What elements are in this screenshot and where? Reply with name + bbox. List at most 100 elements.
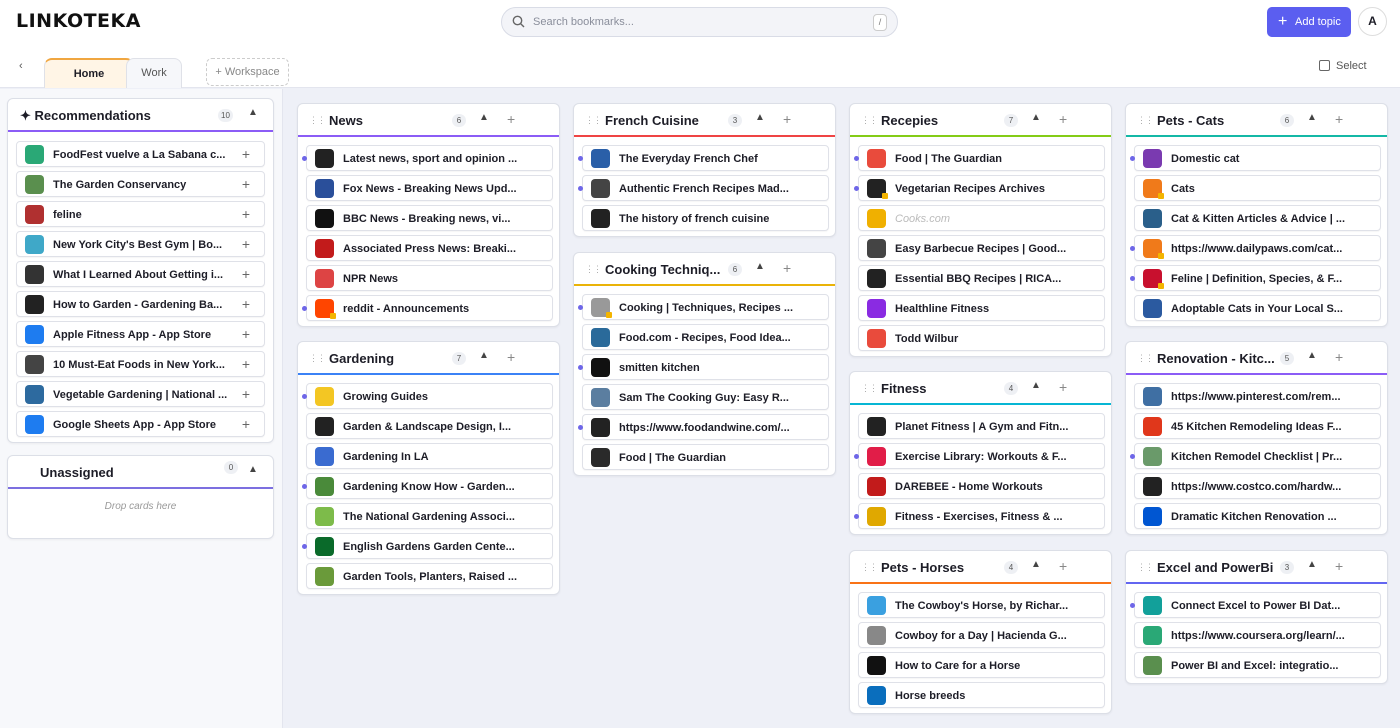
drag-handle-icon[interactable]: ⋮⋮ <box>1137 562 1154 573</box>
bookmark-card[interactable]: Domestic cat <box>1130 145 1381 171</box>
search-input[interactable]: Search bookmarks... <box>533 16 634 28</box>
bookmark-card[interactable]: Healthline Fitness <box>858 295 1105 321</box>
bookmark-card[interactable]: Adoptable Cats in Your Local S... <box>1134 295 1381 321</box>
bookmark-card[interactable]: The National Gardening Associ... <box>306 503 553 529</box>
add-bookmark-icon[interactable]: + <box>1059 112 1067 126</box>
bookmark-card[interactable]: https://www.costco.com/hardw... <box>1134 473 1381 499</box>
bookmark-card[interactable]: Gardening Know How - Garden... <box>302 473 553 499</box>
add-bookmark-icon[interactable]: + <box>1335 112 1343 126</box>
recommendation-card[interactable]: 10 Must-Eat Foods in New York... + <box>16 351 265 377</box>
bookmark-card[interactable]: 45 Kitchen Remodeling Ideas F... <box>1134 413 1381 439</box>
chevron-left-icon[interactable]: ‹ <box>19 60 23 72</box>
add-bookmark-icon[interactable]: + <box>507 350 515 364</box>
bookmark-card[interactable]: Fox News - Breaking News Upd... <box>306 175 553 201</box>
bookmark-card[interactable]: https://www.pinterest.com/rem... <box>1134 383 1381 409</box>
recommendation-card[interactable]: FoodFest vuelve a La Sabana c... + <box>16 141 265 167</box>
collapse-arrow-icon[interactable]: ▲ <box>479 112 489 123</box>
bookmark-card[interactable]: Essential BBQ Recipes | RICA... <box>858 265 1105 291</box>
bookmark-card[interactable]: Sam The Cooking Guy: Easy R... <box>582 384 829 410</box>
bookmark-card[interactable]: Food | The Guardian <box>582 444 829 470</box>
bookmark-card[interactable]: Garden & Landscape Design, I... <box>306 413 553 439</box>
bookmark-card[interactable]: Kitchen Remodel Checklist | Pr... <box>1130 443 1381 469</box>
drag-handle-icon[interactable]: ⋮⋮ <box>585 264 602 275</box>
recommendation-card[interactable]: Google Sheets App - App Store + <box>16 411 265 437</box>
recommendation-card[interactable]: What I Learned About Getting i... + <box>16 261 265 287</box>
topic-header[interactable]: ⋮⋮ Gardening 7 ▲ + <box>298 342 559 375</box>
bookmark-card[interactable]: The Cowboy's Horse, by Richar... <box>858 592 1105 618</box>
bookmark-card[interactable]: Power BI and Excel: integratio... <box>1134 652 1381 678</box>
bookmark-card[interactable]: NPR News <box>306 265 553 291</box>
topic-header[interactable]: ⋮⋮ Recepies 7 ▲ + <box>850 104 1111 137</box>
recommendation-card[interactable]: How to Garden - Gardening Ba... + <box>16 291 265 317</box>
collapse-arrow-icon[interactable]: ▲ <box>1307 559 1317 570</box>
bookmark-card[interactable]: Dramatic Kitchen Renovation ... <box>1134 503 1381 529</box>
drag-handle-icon[interactable]: ⋮⋮ <box>585 115 602 126</box>
add-to-topic-icon[interactable]: + <box>242 146 250 162</box>
bookmark-card[interactable]: Associated Press News: Breaki... <box>306 235 553 261</box>
add-to-topic-icon[interactable]: + <box>242 386 250 402</box>
tab-home[interactable]: Home <box>44 58 134 88</box>
bookmark-card[interactable]: Cats <box>1134 175 1381 201</box>
recommendation-card[interactable]: Apple Fitness App - App Store + <box>16 321 265 347</box>
drag-handle-icon[interactable]: ⋮⋮ <box>1137 353 1154 364</box>
collapse-arrow-icon[interactable]: ▲ <box>1031 559 1041 570</box>
bookmark-card[interactable]: Planet Fitness | A Gym and Fitn... <box>858 413 1105 439</box>
collapse-arrow-icon[interactable]: ▲ <box>1307 350 1317 361</box>
topic-header[interactable]: ⋮⋮ Cooking Techniq... 6 ▲ + <box>574 253 835 286</box>
bookmark-card[interactable]: https://www.dailypaws.com/cat... <box>1130 235 1381 261</box>
topic-header[interactable]: ⋮⋮ Pets - Cats 6 ▲ + <box>1126 104 1387 137</box>
add-to-topic-icon[interactable]: + <box>242 176 250 192</box>
add-to-topic-icon[interactable]: + <box>242 236 250 252</box>
recommendation-card[interactable]: Vegetable Gardening | National ... + <box>16 381 265 407</box>
topic-header[interactable]: ⋮⋮ Pets - Horses 4 ▲ + <box>850 551 1111 584</box>
bookmark-card[interactable]: Garden Tools, Planters, Raised ... <box>306 563 553 589</box>
bookmark-card[interactable]: Cat & Kitten Articles & Advice | ... <box>1134 205 1381 231</box>
bookmark-card[interactable]: smitten kitchen <box>578 354 829 380</box>
add-workspace-button[interactable]: + Workspace <box>206 58 289 86</box>
collapse-arrow-icon[interactable]: ▲ <box>1031 112 1041 123</box>
search-box[interactable]: Search bookmarks... / <box>501 7 898 37</box>
add-to-topic-icon[interactable]: + <box>242 206 250 222</box>
add-bookmark-icon[interactable]: + <box>1059 380 1067 394</box>
add-to-topic-icon[interactable]: + <box>242 356 250 372</box>
bookmark-card[interactable]: Cooking | Techniques, Recipes ... <box>578 294 829 320</box>
topic-header[interactable]: ⋮⋮ Fitness 4 ▲ + <box>850 372 1111 405</box>
bookmark-card[interactable]: BBC News - Breaking news, vi... <box>306 205 553 231</box>
bookmark-card[interactable]: Fitness - Exercises, Fitness & ... <box>854 503 1105 529</box>
collapse-arrow-icon[interactable]: ▲ <box>479 350 489 361</box>
drag-handle-icon[interactable]: ⋮⋮ <box>309 115 326 126</box>
bookmark-card[interactable]: Cowboy for a Day | Hacienda G... <box>858 622 1105 648</box>
topic-header[interactable]: ⋮⋮ French Cuisine 3 ▲ + <box>574 104 835 137</box>
recommendation-card[interactable]: The Garden Conservancy + <box>16 171 265 197</box>
topic-header[interactable]: ⋮⋮ Renovation - Kitc... 5 ▲ + <box>1126 342 1387 375</box>
bookmark-card[interactable]: Authentic French Recipes Mad... <box>578 175 829 201</box>
add-bookmark-icon[interactable]: + <box>1059 559 1067 573</box>
drag-handle-icon[interactable]: ⋮⋮ <box>861 383 878 394</box>
bookmark-card[interactable]: Latest news, sport and opinion ... <box>302 145 553 171</box>
collapse-arrow-icon[interactable]: ▲ <box>248 464 258 475</box>
bookmark-card[interactable]: Connect Excel to Power BI Dat... <box>1130 592 1381 618</box>
drag-handle-icon[interactable]: ⋮⋮ <box>861 562 878 573</box>
add-bookmark-icon[interactable]: + <box>507 112 515 126</box>
bookmark-card[interactable]: The Everyday French Chef <box>578 145 829 171</box>
bookmark-card[interactable]: Todd Wilbur <box>858 325 1105 351</box>
bookmark-card[interactable]: Gardening In LA <box>306 443 553 469</box>
topic-header[interactable]: ⋮⋮ News 6 ▲ + <box>298 104 559 137</box>
bookmark-card[interactable]: Food.com - Recipes, Food Idea... <box>582 324 829 350</box>
recommendation-card[interactable]: New York City's Best Gym | Bo... + <box>16 231 265 257</box>
bookmark-card[interactable]: https://www.foodandwine.com/... <box>578 414 829 440</box>
drag-handle-icon[interactable]: ⋮⋮ <box>309 353 326 364</box>
add-to-topic-icon[interactable]: + <box>242 416 250 432</box>
topic-header[interactable]: ⋮⋮ Excel and PowerBi 3 ▲ + <box>1126 551 1387 584</box>
app-logo[interactable]: LINKOTEKA <box>16 10 141 32</box>
bookmark-card[interactable]: https://www.coursera.org/learn/... <box>1134 622 1381 648</box>
collapse-arrow-icon[interactable]: ▲ <box>1031 380 1041 391</box>
add-bookmark-icon[interactable]: + <box>783 112 791 126</box>
collapse-arrow-icon[interactable]: ▲ <box>248 107 258 118</box>
add-bookmark-icon[interactable]: + <box>783 261 791 275</box>
avatar[interactable]: A <box>1358 7 1387 36</box>
bookmark-card[interactable]: English Gardens Garden Cente... <box>302 533 553 559</box>
bookmark-card[interactable]: How to Care for a Horse <box>858 652 1105 678</box>
bookmark-card[interactable]: Horse breeds <box>858 682 1105 708</box>
add-bookmark-icon[interactable]: + <box>1335 350 1343 364</box>
